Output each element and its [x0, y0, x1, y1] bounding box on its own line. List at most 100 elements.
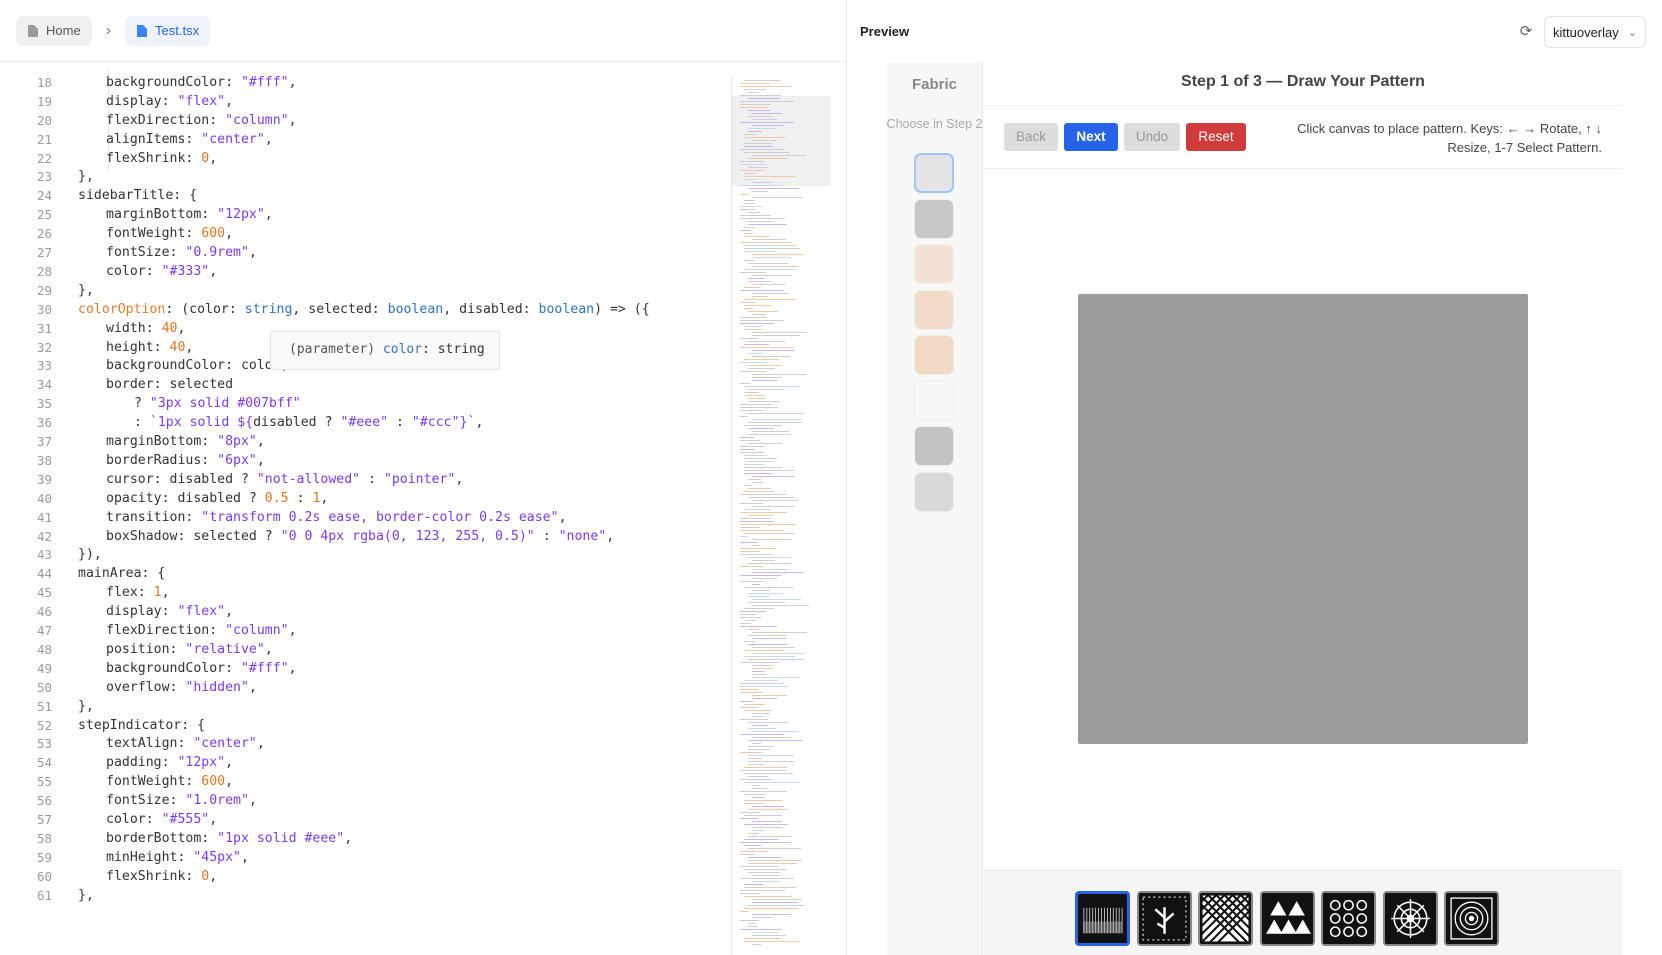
- code-token: "flex": [177, 93, 226, 109]
- line-number: 23: [36, 169, 52, 185]
- code-token: "not-allowed": [256, 471, 361, 487]
- code-line: 48 position: "relative",: [0, 640, 730, 660]
- minimap-line: [748, 341, 785, 342]
- minimap-line: [752, 665, 773, 666]
- fabric-swatch[interactable]: [914, 198, 954, 239]
- code-token: ,: [209, 812, 218, 827]
- minimap-line: [740, 689, 758, 690]
- code-token: flexDirection:: [106, 112, 226, 128]
- minimap-line: [752, 599, 801, 600]
- minimap-line: [740, 194, 749, 195]
- minimap-line: [744, 845, 761, 846]
- minimap-line: [740, 842, 791, 843]
- minimap-line: [744, 680, 778, 681]
- pattern-concentric-icon: [1446, 893, 1497, 944]
- code-token: ,: [248, 245, 257, 260]
- minimap-line: [740, 86, 791, 87]
- minimap-line: [748, 92, 759, 93]
- minimap-line: [752, 632, 807, 633]
- minimap[interactable]: [731, 76, 831, 955]
- code-line: 55 fontWeight: 600,: [0, 772, 730, 792]
- minimap-line: [740, 383, 750, 384]
- minimap-line: [752, 119, 777, 120]
- minimap-line: [744, 203, 755, 204]
- line-number: 57: [36, 812, 52, 827]
- code-line: 29},: [0, 281, 730, 301]
- minimap-line: [752, 275, 792, 276]
- minimap-line: [740, 686, 788, 687]
- minimap-line: [748, 596, 770, 597]
- fabric-swatch[interactable]: [914, 471, 954, 512]
- code-token: 600: [201, 774, 226, 790]
- line-number: 44: [36, 566, 52, 582]
- pattern-option[interactable]: [1259, 891, 1315, 946]
- pattern-option[interactable]: [1444, 891, 1499, 946]
- drawing-canvas[interactable]: [1078, 294, 1528, 744]
- code-token: marginBottom:: [106, 207, 218, 223]
- minimap-line: [748, 131, 762, 132]
- code-area[interactable]: 17borderRight: "1px solid #ddd",18backgr…: [0, 70, 730, 955]
- breadcrumb-home[interactable]: Home: [16, 15, 92, 46]
- code-line: 25 marginBottom: "12px",: [0, 205, 730, 225]
- minimap-line: [752, 638, 786, 639]
- minimap-line: [740, 95, 781, 96]
- minimap-line: [744, 908, 798, 909]
- minimap-line: [752, 698, 777, 699]
- minimap-line: [744, 491, 774, 492]
- minimap-line: [748, 479, 761, 480]
- minimap-line: [740, 854, 755, 855]
- line-number: 20: [36, 112, 52, 128]
- fabric-swatch[interactable]: [914, 426, 954, 466]
- minimap-line: [740, 701, 753, 702]
- minimap-line: [748, 497, 794, 498]
- refresh-icon[interactable]: ⟳: [1516, 22, 1536, 42]
- pattern-option[interactable]: [1075, 891, 1130, 946]
- fabric-swatch[interactable]: [914, 380, 954, 421]
- back-button[interactable]: Back: [1004, 123, 1058, 151]
- minimap-line: [740, 920, 759, 921]
- code-token: boolean: [387, 301, 444, 317]
- code-token: "12px": [177, 755, 226, 771]
- minimap-line: [752, 605, 809, 606]
- code-line: 47 flexDirection: "column",: [0, 621, 730, 641]
- minimap-line: [748, 188, 799, 189]
- fabric-hint: Choose in Step 2: [886, 117, 983, 131]
- fabric-swatch[interactable]: [914, 244, 954, 284]
- panel-gutter: [1624, 62, 1662, 955]
- minimap-line: [740, 911, 748, 912]
- pattern-option[interactable]: [1198, 891, 1253, 946]
- minimap-line: [740, 719, 768, 720]
- code-text: stepIndicator: {: [78, 716, 205, 736]
- minimap-line: [752, 653, 805, 654]
- fabric-swatch[interactable]: [914, 153, 954, 193]
- minimap-line: [752, 725, 768, 726]
- minimap-line: [752, 677, 800, 678]
- minimap-line: [744, 803, 765, 804]
- next-button[interactable]: Next: [1064, 123, 1118, 151]
- pattern-option[interactable]: [1136, 891, 1192, 946]
- code-token: },: [78, 169, 94, 185]
- code-token: fontSize:: [106, 245, 186, 260]
- code-token: "#555": [161, 812, 210, 827]
- code-token: padding:: [106, 755, 178, 771]
- code-line: 58 borderBottom: "1px solid #eee",: [0, 829, 730, 849]
- project-selector[interactable]: kittuoverlay ⌄: [1544, 16, 1646, 48]
- breadcrumb-file[interactable]: Test.tsx: [125, 15, 211, 46]
- editor-topbar: Home › Test.tsx: [0, 0, 847, 62]
- code-token: "0.9rem": [185, 245, 249, 260]
- fabric-swatch[interactable]: [914, 335, 954, 375]
- pattern-option[interactable]: [1382, 891, 1438, 946]
- fabric-swatch[interactable]: [914, 289, 954, 330]
- minimap-line: [752, 113, 782, 114]
- undo-button[interactable]: Undo: [1124, 123, 1180, 151]
- line-number: 61: [36, 887, 52, 903]
- minimap-line: [752, 239, 786, 240]
- code-token: :: [534, 528, 559, 544]
- pattern-lines-icon: [1078, 894, 1127, 943]
- minimap-line: [740, 218, 785, 219]
- minimap-line: [740, 503, 763, 504]
- code-text: sidebarTitle: {: [78, 186, 197, 206]
- pattern-option[interactable]: [1321, 891, 1376, 946]
- reset-button[interactable]: Reset: [1186, 123, 1246, 151]
- tooltip-kind: (parameter): [289, 342, 376, 357]
